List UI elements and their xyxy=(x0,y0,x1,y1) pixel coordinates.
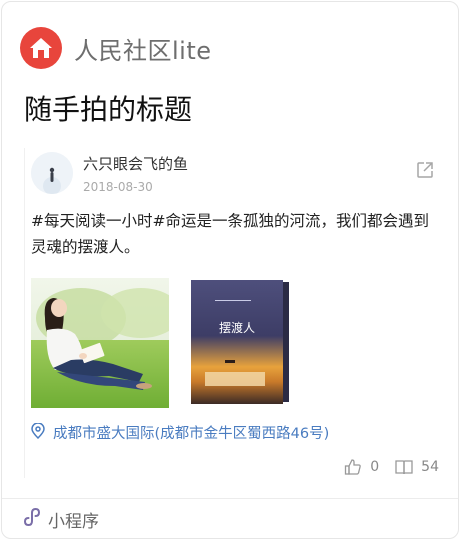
author-row[interactable]: 六只眼会飞的鱼 2018-08-30 xyxy=(31,152,188,194)
post-stats: 0 54 xyxy=(328,458,439,476)
book-open-icon xyxy=(395,460,413,475)
post-text: #每天阅读一小时#命运是一条孤独的河流，我们都会遇到灵魂的摆渡人。 xyxy=(31,212,429,256)
like-count: 0 xyxy=(370,459,380,475)
thumbs-up-icon xyxy=(345,459,362,475)
avatar[interactable] xyxy=(31,152,73,194)
post-title: 随手拍的标题 xyxy=(24,93,193,126)
read-count: 54 xyxy=(421,459,439,475)
photo-book-cover[interactable]: 摆渡人 xyxy=(185,278,305,408)
share-icon[interactable] xyxy=(415,160,437,182)
home-icon xyxy=(20,27,62,69)
post-card[interactable]: 人民社区lite 随手拍的标题 六只眼会飞的鱼 2018-08-30 #每天阅读… xyxy=(1,1,459,539)
location-text: 成都市盛大国际(成都市金牛区蜀西路46号) xyxy=(53,426,330,442)
mini-program-footer[interactable]: 小程序 xyxy=(2,498,458,538)
post-body: 六只眼会飞的鱼 2018-08-30 #每天阅读一小时#命运是一条孤独的河流，我… xyxy=(24,148,445,478)
app-name: 人民社区lite xyxy=(74,36,212,65)
author-name[interactable]: 六只眼会飞的鱼 xyxy=(83,153,188,174)
mini-program-icon xyxy=(22,507,42,531)
location-link[interactable]: 成都市盛大国际(成都市金牛区蜀西路46号) xyxy=(31,421,330,443)
app-header: 人民社区lite xyxy=(20,26,212,70)
book-title: 摆渡人 xyxy=(219,320,255,335)
location-pin-icon xyxy=(31,421,45,443)
photo-girl-reading-on-grass[interactable] xyxy=(31,278,181,408)
post-date: 2018-08-30 xyxy=(83,179,153,194)
mini-program-label: 小程序 xyxy=(48,511,99,532)
read-stat: 54 xyxy=(395,459,439,475)
like-button[interactable]: 0 xyxy=(344,458,379,476)
